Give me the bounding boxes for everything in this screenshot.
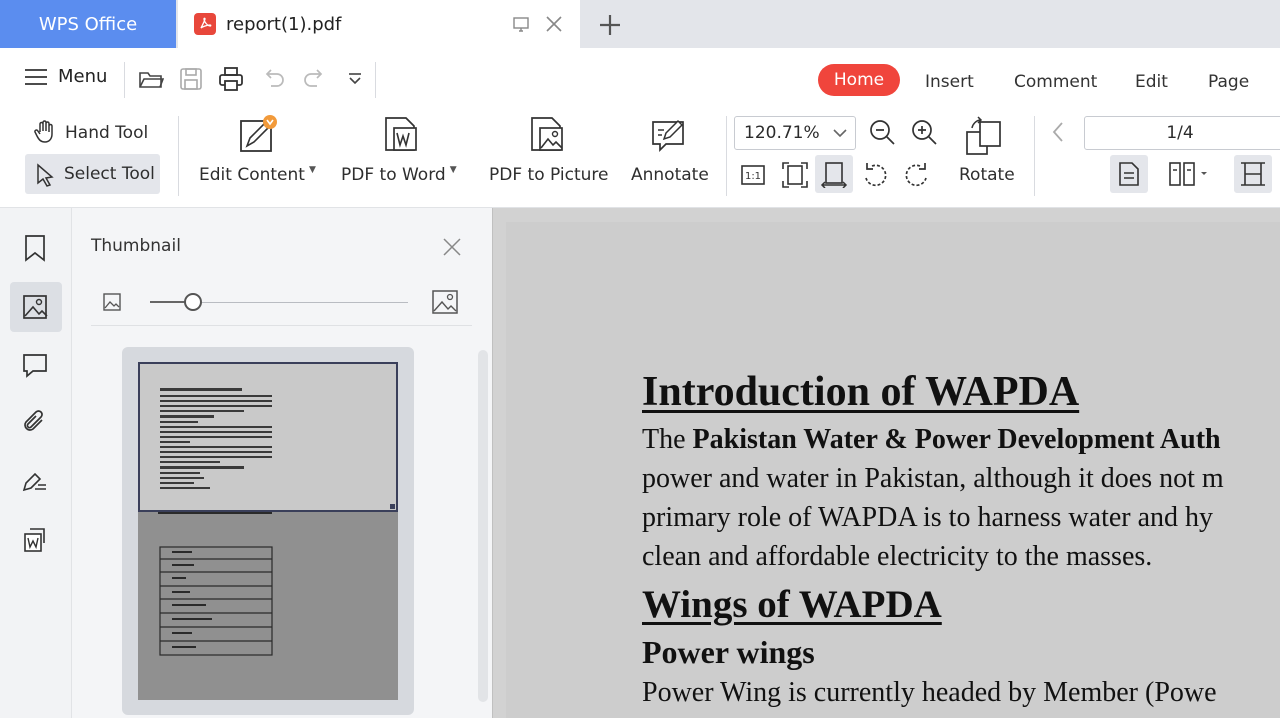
- signature-icon[interactable]: [21, 468, 49, 496]
- cursor-arrow-icon: [37, 163, 54, 187]
- separator: [124, 62, 125, 98]
- annotate-icon: [652, 119, 684, 153]
- print-icon[interactable]: [218, 66, 244, 92]
- small-thumbnail-icon[interactable]: [102, 292, 122, 312]
- rotate-right-icon[interactable]: [902, 161, 930, 189]
- thumbnail-panel-title: Thumbnail: [91, 236, 181, 256]
- comment-icon[interactable]: [22, 352, 48, 378]
- tab-home[interactable]: Home: [818, 64, 900, 96]
- single-page-button[interactable]: [1110, 155, 1148, 193]
- pdf-to-picture-button[interactable]: PDF to Picture: [486, 112, 610, 194]
- rotate-label: Rotate: [959, 165, 1015, 185]
- pdf-to-word-icon: [385, 117, 417, 151]
- tab-document-title: report(1).pdf: [226, 13, 342, 35]
- pdf-to-word-label: PDF to Word: [341, 165, 446, 185]
- hand-icon: [34, 120, 53, 143]
- rotate-button[interactable]: Rotate: [954, 112, 1022, 194]
- previous-page-icon[interactable]: [1050, 120, 1066, 144]
- large-thumbnail-icon[interactable]: [431, 289, 459, 315]
- continuous-scroll-button[interactable]: [1234, 155, 1272, 193]
- annotate-label: Annotate: [631, 165, 709, 185]
- doc-paragraph-line: The Pakistan Water & Power Development A…: [642, 424, 1221, 456]
- dual-page-button[interactable]: [1168, 160, 1212, 188]
- open-folder-icon[interactable]: [138, 66, 164, 92]
- chevron-down-icon: [833, 129, 847, 138]
- zoom-select[interactable]: 120.71%: [734, 116, 856, 150]
- tab-wps-office[interactable]: WPS Office: [0, 0, 176, 48]
- separator: [375, 62, 376, 98]
- fit-page-icon[interactable]: [781, 161, 809, 189]
- doc-text-run: The: [642, 424, 693, 455]
- annotate-button[interactable]: Annotate: [628, 112, 718, 194]
- continuous-scroll-icon: [1241, 162, 1265, 186]
- zoom-value: 120.71%: [744, 123, 820, 143]
- doc-bold-run: Pakistan Water & Power Development Auth: [692, 424, 1221, 455]
- window-mode-icon[interactable]: [512, 15, 530, 33]
- separator: [726, 116, 727, 196]
- pdf-to-picture-icon: [531, 117, 563, 151]
- thumbnail-scrollbar[interactable]: [478, 350, 488, 702]
- dual-page-icon: [1169, 162, 1207, 186]
- bookmark-icon[interactable]: [23, 234, 47, 262]
- zoom-in-icon[interactable]: [910, 118, 938, 146]
- edit-content-button[interactable]: Edit Content ▼: [196, 112, 318, 194]
- close-tab-icon[interactable]: [544, 14, 564, 34]
- doc-heading-wings: Wings of WAPDA: [642, 583, 942, 626]
- tab-edit[interactable]: Edit: [1135, 68, 1168, 96]
- tab-wps-office-label: WPS Office: [38, 13, 138, 35]
- select-tool-button[interactable]: Select Tool: [25, 154, 160, 194]
- separator: [1034, 116, 1035, 196]
- zoom-out-icon[interactable]: [868, 118, 896, 146]
- rotate-icon: [966, 116, 1001, 155]
- menu-button[interactable]: Menu: [24, 66, 107, 87]
- panel-divider: [91, 325, 472, 326]
- thumbnail-size-slider-handle[interactable]: [184, 293, 202, 311]
- doc-paragraph-line: clean and affordable electricity to the …: [642, 541, 1153, 572]
- convert-to-word-icon[interactable]: [22, 526, 50, 554]
- tab-insert[interactable]: Insert: [925, 68, 974, 96]
- doc-subheading-power-wings: Power wings: [642, 634, 815, 670]
- select-tool-label: Select Tool: [64, 164, 155, 184]
- doc-paragraph-line: primary role of WAPDA is to harness wate…: [642, 502, 1214, 533]
- fit-width-button[interactable]: [815, 155, 853, 193]
- new-tab-icon[interactable]: [596, 11, 624, 39]
- doc-paragraph-line: Power Wing is currently headed by Member…: [642, 677, 1217, 708]
- pdf-to-picture-label: PDF to Picture: [489, 165, 609, 185]
- fit-width-icon: [820, 162, 848, 188]
- hand-tool-label: Hand Tool: [65, 123, 149, 143]
- dropdown-caret-icon: ▼: [308, 165, 316, 175]
- save-icon[interactable]: [178, 66, 204, 92]
- undo-icon[interactable]: [260, 66, 286, 92]
- svg-text:1:1: 1:1: [745, 171, 761, 182]
- actual-size-icon[interactable]: 1:1: [740, 162, 766, 188]
- edit-content-label: Edit Content: [199, 165, 305, 185]
- rotate-left-icon[interactable]: [862, 161, 890, 189]
- pdf-to-word-button[interactable]: PDF to Word ▼: [338, 112, 466, 194]
- menu-label: Menu: [58, 66, 108, 87]
- dropdown-caret-icon: ▼: [449, 165, 457, 175]
- single-page-icon: [1119, 162, 1139, 186]
- doc-paragraph-line: power and water in Pakistan, although it…: [642, 463, 1224, 494]
- separator: [178, 116, 179, 196]
- thumbnail-icon[interactable]: [22, 294, 48, 320]
- thumbnail-viewport-frame[interactable]: [138, 362, 398, 512]
- tab-page[interactable]: Page: [1208, 68, 1249, 96]
- edit-content-icon: [240, 115, 277, 152]
- page-number-input[interactable]: 1/4: [1084, 116, 1280, 150]
- pdf-file-icon: [194, 13, 216, 35]
- tab-comment[interactable]: Comment: [1014, 68, 1097, 96]
- tab-document[interactable]: report(1).pdf: [178, 0, 580, 48]
- doc-heading-introduction: Introduction of WAPDA: [642, 369, 1080, 415]
- attachment-icon[interactable]: [22, 408, 48, 436]
- redo-icon[interactable]: [302, 66, 328, 92]
- customize-toolbar-icon[interactable]: [342, 66, 368, 92]
- page-indicator: 1/4: [1166, 123, 1194, 143]
- close-panel-icon[interactable]: [442, 237, 462, 257]
- hamburger-icon: [25, 68, 47, 85]
